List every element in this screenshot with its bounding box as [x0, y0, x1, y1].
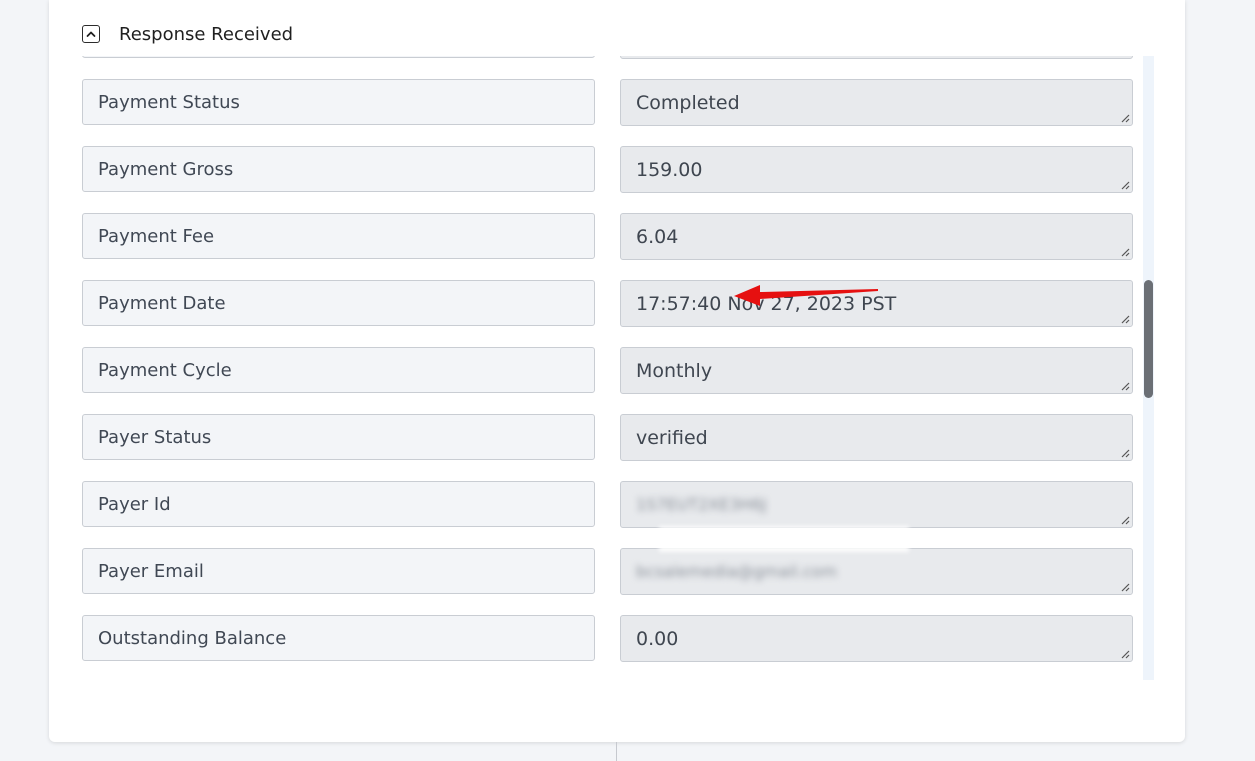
field-value-textarea[interactable]: Monthly	[620, 347, 1133, 394]
field-row-payer-email: Payer Email bcsalemedia@gmail.com	[82, 548, 1133, 595]
field-value-textarea[interactable]: bcsalemedia@gmail.com	[620, 548, 1133, 595]
resize-handle-icon[interactable]	[1120, 180, 1130, 190]
resize-handle-icon[interactable]	[1120, 113, 1130, 123]
scrollbar-thumb[interactable]	[1144, 280, 1153, 398]
field-row-outstanding-balance: Outstanding Balance 0.00	[82, 615, 1133, 662]
scrollbar-track[interactable]	[1143, 56, 1154, 680]
field-value-text: 159.00	[636, 158, 703, 181]
resize-handle-icon[interactable]	[1120, 314, 1130, 324]
field-row-payment-gross: Payment Gross 159.00	[82, 146, 1133, 193]
red-arrow-annotation	[734, 285, 878, 306]
section-title: Response Received	[119, 23, 294, 45]
field-value-textarea[interactable]: 0.00	[620, 615, 1133, 662]
resize-handle-icon[interactable]	[1120, 649, 1130, 659]
resize-handle-icon[interactable]	[1120, 448, 1130, 458]
field-value-textarea[interactable]: Completed	[620, 79, 1133, 126]
resize-handle-icon[interactable]	[1120, 247, 1130, 257]
field-value-text: bcsalemedia@gmail.com	[636, 562, 837, 581]
field-value-text: 6.04	[636, 225, 679, 248]
field-row-payment-fee: Payment Fee 6.04	[82, 213, 1133, 260]
field-label: Payment Gross	[82, 146, 595, 192]
field-label: Payer Id	[82, 481, 595, 527]
field-value-text: verified	[636, 426, 708, 449]
field-row-payment-status: Payment Status Completed	[82, 79, 1133, 126]
field-row-payer-status: Payer Status verified	[82, 414, 1133, 461]
field-value-box	[620, 56, 1133, 59]
field-value-textarea[interactable]: 159.00	[620, 146, 1133, 193]
field-label-box	[82, 56, 595, 58]
field-value-text: 0.00	[636, 627, 679, 650]
field-value-text: 1S7EUT2XE3H6J	[636, 495, 767, 514]
field-row-payer-id: Payer Id 1S7EUT2XE3H6J	[82, 481, 1133, 528]
field-value-text: Monthly	[636, 359, 713, 382]
field-value-textarea[interactable]: verified	[620, 414, 1133, 461]
field-label: Payer Status	[82, 414, 595, 460]
field-label: Payment Cycle	[82, 347, 595, 393]
resize-handle-icon[interactable]	[1120, 381, 1130, 391]
field-label: Payer Email	[82, 548, 595, 594]
field-value-textarea[interactable]: 6.04	[620, 213, 1133, 260]
field-label: Outstanding Balance	[82, 615, 595, 661]
field-row-partial	[82, 56, 1133, 59]
redaction-smear	[659, 526, 909, 552]
fields-scroll-area[interactable]: Payment Status Completed Payment Gross 1…	[82, 56, 1152, 680]
field-label: Payment Fee	[82, 213, 595, 259]
column-divider	[616, 742, 617, 761]
field-row-payment-date: Payment Date 17:57:40 Nov 27, 2023 PST	[82, 280, 1133, 327]
chevron-up-icon	[86, 31, 96, 37]
field-row-payment-cycle: Payment Cycle Monthly	[82, 347, 1133, 394]
response-card: Response Received Payment Status Complet…	[49, 0, 1185, 742]
field-value-textarea[interactable]: 1S7EUT2XE3H6J	[620, 481, 1133, 528]
resize-handle-icon[interactable]	[1120, 515, 1130, 525]
field-value-text: Completed	[636, 91, 740, 114]
section-header: Response Received	[82, 22, 293, 46]
field-label: Payment Status	[82, 79, 595, 125]
field-label: Payment Date	[82, 280, 595, 326]
resize-handle-icon[interactable]	[1120, 582, 1130, 592]
collapse-button[interactable]	[82, 25, 100, 43]
